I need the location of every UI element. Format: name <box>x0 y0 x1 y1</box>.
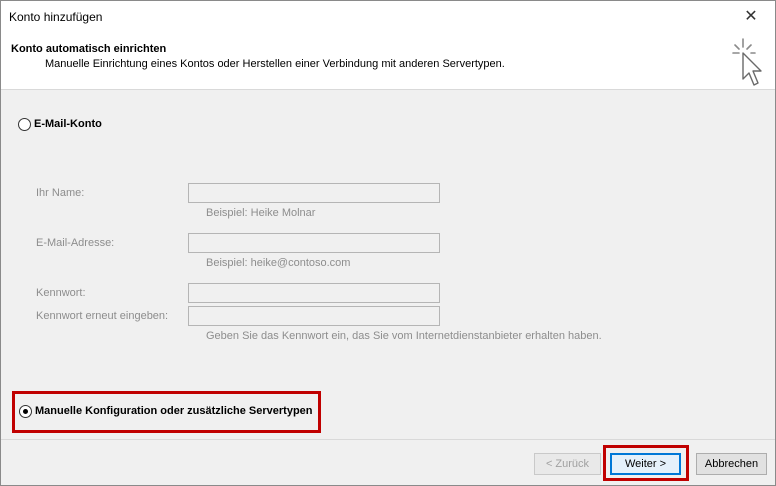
name-hint: Beispiel: Heike Molnar <box>206 207 316 219</box>
email-field[interactable] <box>188 233 440 253</box>
next-button-highlight <box>603 445 689 481</box>
password-confirm-field[interactable] <box>188 306 440 326</box>
email-account-radio[interactable] <box>18 118 31 131</box>
manual-config-highlight <box>12 391 321 433</box>
title-bar: Konto hinzufügen ✕ <box>1 1 775 32</box>
email-label: E-Mail-Adresse: <box>36 237 115 249</box>
add-account-dialog: Konto hinzufügen ✕ Konto automatisch ein… <box>0 0 776 486</box>
password-field[interactable] <box>188 283 440 303</box>
email-account-label[interactable]: E-Mail-Konto <box>34 118 102 130</box>
wizard-footer: < Zurück Weiter > Abbrechen <box>1 439 775 485</box>
wizard-content: E-Mail-Konto Ihr Name: Beispiel: Heike M… <box>1 91 775 439</box>
password-label: Kennwort: <box>36 287 86 299</box>
password-confirm-label: Kennwort erneut eingeben: <box>36 310 169 322</box>
name-field[interactable] <box>188 183 440 203</box>
email-hint: Beispiel: heike@contoso.com <box>206 257 351 269</box>
password-hint: Geben Sie das Kennwort ein, das Sie vom … <box>206 330 602 342</box>
window-title: Konto hinzufügen <box>9 10 103 24</box>
page-title: Konto automatisch einrichten <box>11 43 167 55</box>
close-icon: ✕ <box>744 8 758 25</box>
close-button[interactable]: ✕ <box>729 1 773 31</box>
cancel-button[interactable]: Abbrechen <box>696 453 767 475</box>
name-label: Ihr Name: <box>36 187 85 199</box>
back-button[interactable]: < Zurück <box>534 453 601 475</box>
wizard-cursor-icon <box>732 38 762 86</box>
page-subtitle: Manuelle Einrichtung eines Kontos oder H… <box>45 58 505 70</box>
wizard-header: Konto automatisch einrichten Manuelle Ei… <box>1 32 775 90</box>
